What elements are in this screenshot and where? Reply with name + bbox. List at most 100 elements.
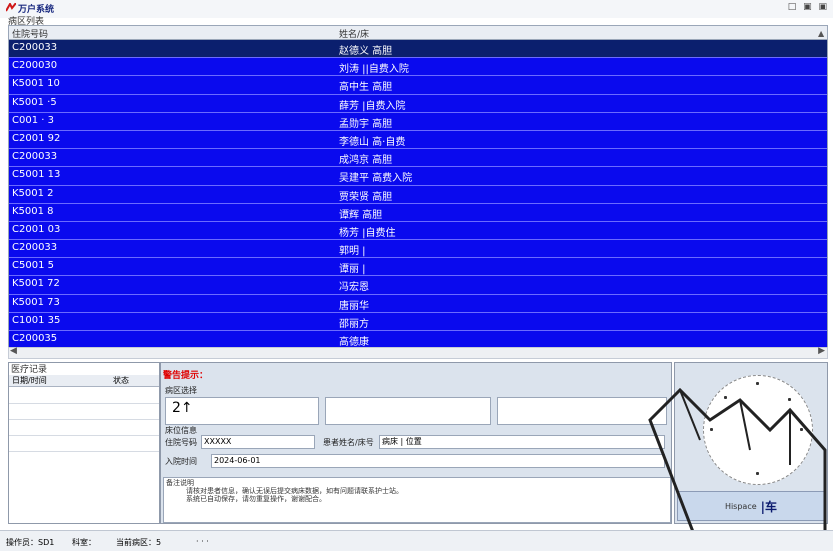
status-extra: · · · [196,537,209,546]
app-logo-icon [6,3,16,12]
ward-value-box[interactable]: 2↑ [165,397,319,425]
confirm-button-label: |车 [760,499,778,514]
row-id: C2001 92 [12,132,61,144]
list-row[interactable]: C5001 13 吴建平 高费入院 [9,167,827,186]
row-id: K5001 2 [12,187,54,199]
status-operator: 操作员：SD1 [6,538,55,547]
row-id: K5001 10 [12,78,60,90]
confirm-button[interactable]: Hispace |车 [677,491,825,521]
row-id: C001 · 3 [12,114,54,126]
row-name: 高德康 [339,337,369,348]
dial-tick [724,396,727,399]
records-divider [9,419,159,420]
warning-text: 警告提示： [163,371,209,381]
dial-tick [710,428,713,431]
column-header-name[interactable]: 姓名/床 [339,27,369,40]
row-id: C200033 [12,242,58,254]
records-panel: 医疗记录 日期/时间 状态 [8,362,160,524]
patient-list[interactable]: 住院号码 姓名/床 C200033 赵德义 高胆 C200030 刘涛 ||自费入院 K… [8,25,828,359]
list-row[interactable]: K5001 73 唐丽华 [9,294,827,313]
row-name: 谭丽 | [339,264,366,276]
scroll-left-icon[interactable]: ◀ [10,346,17,356]
field-patient-label: 患者姓名/床号 [323,438,374,447]
scroll-up-icon[interactable]: ▲ [818,29,826,39]
list-row[interactable]: K5001 2 贾荣贤 高胆 [9,185,827,204]
horizontal-scrollbar[interactable]: ◀ ▶ [8,346,828,359]
list-row[interactable]: C1001 35 邵丽方 [9,312,827,331]
section-bed-label: 床位信息 [165,426,197,435]
list-header: 住院号码 姓名/床 [9,26,827,40]
inpatient-no-field[interactable]: XXXXX [201,435,315,449]
list-row[interactable]: C2001 92 李德山 高·自费 [9,130,827,150]
row-name: 邵丽方 [339,318,369,330]
status-department: 科室： [72,538,96,547]
row-id: C5001 5 [12,260,54,272]
section-ward-label: 病区选择 [165,386,197,395]
status-bar: 操作员：SD1 科室： 当前病区：5 · · · [0,530,833,551]
row-name: 赵德义 高胆 [339,46,393,57]
records-panel-title: 医疗记录 [11,365,48,375]
row-id: C200030 [12,60,58,72]
window-controls[interactable]: □ ▣ ▣ [788,2,829,12]
records-divider [9,403,159,404]
notes-area[interactable]: 备注说明 请核对患者信息，确认无误后提交病床数据，如有问题请联系护士站。 系统已… [163,477,671,523]
row-name: 贾荣贤 高胆 [339,191,393,203]
patient-bed-field[interactable]: 病床 | 位置 [379,435,665,449]
row-name: 杨芳 |自费住 [339,227,396,239]
dial-tick [756,472,759,475]
ward-box-3[interactable] [497,397,667,425]
list-row[interactable]: C200033 郭明 | [9,240,827,259]
ward-box-2[interactable] [325,397,491,425]
field-inpatient-label: 住院号码 [165,438,197,447]
row-name: 成鸿京 高胆 [339,155,393,167]
list-row[interactable]: C2001 03 杨芳 |自费住 [9,221,827,241]
row-name: 吴建平 高费入院 [339,173,413,185]
dial-tick [800,428,803,431]
row-name: 唐丽华 [339,300,369,312]
dial-tick [756,382,759,385]
row-name: 薛芳 |自费入院 [339,100,406,112]
row-name: 谭辉 高胆 [339,209,383,221]
ward-value: 2↑ [172,400,193,416]
status-ward: 当前病区：5 [116,538,162,547]
list-row[interactable]: C001 · 3 孟勋宇 高胆 [9,112,827,131]
row-id: C200033 [12,42,58,53]
list-row[interactable]: K5001 10 高中生 高胆 [9,76,827,95]
row-name: 高中生 高胆 [339,82,393,94]
row-id: C2001 03 [12,223,61,235]
row-name: 孟勋宇 高胆 [339,118,393,130]
scroll-right-icon[interactable]: ▶ [818,346,825,356]
clock-dial-icon [703,375,813,485]
row-id: C200033 [12,151,58,163]
list-row[interactable]: K5001 8 谭辉 高胆 [9,203,827,222]
list-rows: C200033 赵德义 高胆 C200030 刘涛 ||自费入院 K5001 10 高中生… [9,40,827,350]
list-row[interactable]: C200030 刘涛 ||自费入院 [9,58,827,77]
records-col-date[interactable]: 日期/时间 [12,375,47,386]
list-row[interactable]: K5001 ·5 薛芳 |自费入院 [9,94,827,113]
title-bar: 万户系统 □ ▣ ▣ [0,0,833,18]
list-row[interactable]: C200033 赵德义 高胆 [9,40,827,59]
row-id: C1001 35 [12,314,61,326]
list-row[interactable]: K5001 72 冯宏恩 [9,276,827,295]
row-id: K5001 73 [12,296,60,308]
records-col-status[interactable]: 状态 [113,375,129,386]
confirm-button-small: Hispace [724,501,757,511]
row-id: K5001 72 [12,278,60,290]
records-header: 日期/时间 状态 [9,375,159,387]
list-row[interactable]: C200033 成鸿京 高胆 [9,149,827,168]
list-row[interactable]: C5001 5 谭丽 | [9,258,827,277]
column-header-id[interactable]: 住院号码 [12,27,48,40]
row-id: C200035 [12,333,58,344]
clock-panel: Hispace |车 [674,362,828,524]
records-divider [9,451,159,452]
row-name: 李德山 高·自费 [339,136,406,148]
admission-time-field[interactable]: 2024-06-01 [211,454,665,468]
row-name: 冯宏恩 [339,282,369,294]
notes-line-2: 系统已自动保存，请勿重复操作，谢谢配合。 [186,495,326,503]
row-id: K5001 ·5 [12,96,57,108]
field-admission-label: 入院时间 [165,457,197,466]
records-divider [9,435,159,436]
dial-tick [788,398,791,401]
row-name: 郭明 | [339,246,366,258]
row-id: K5001 8 [12,205,54,217]
